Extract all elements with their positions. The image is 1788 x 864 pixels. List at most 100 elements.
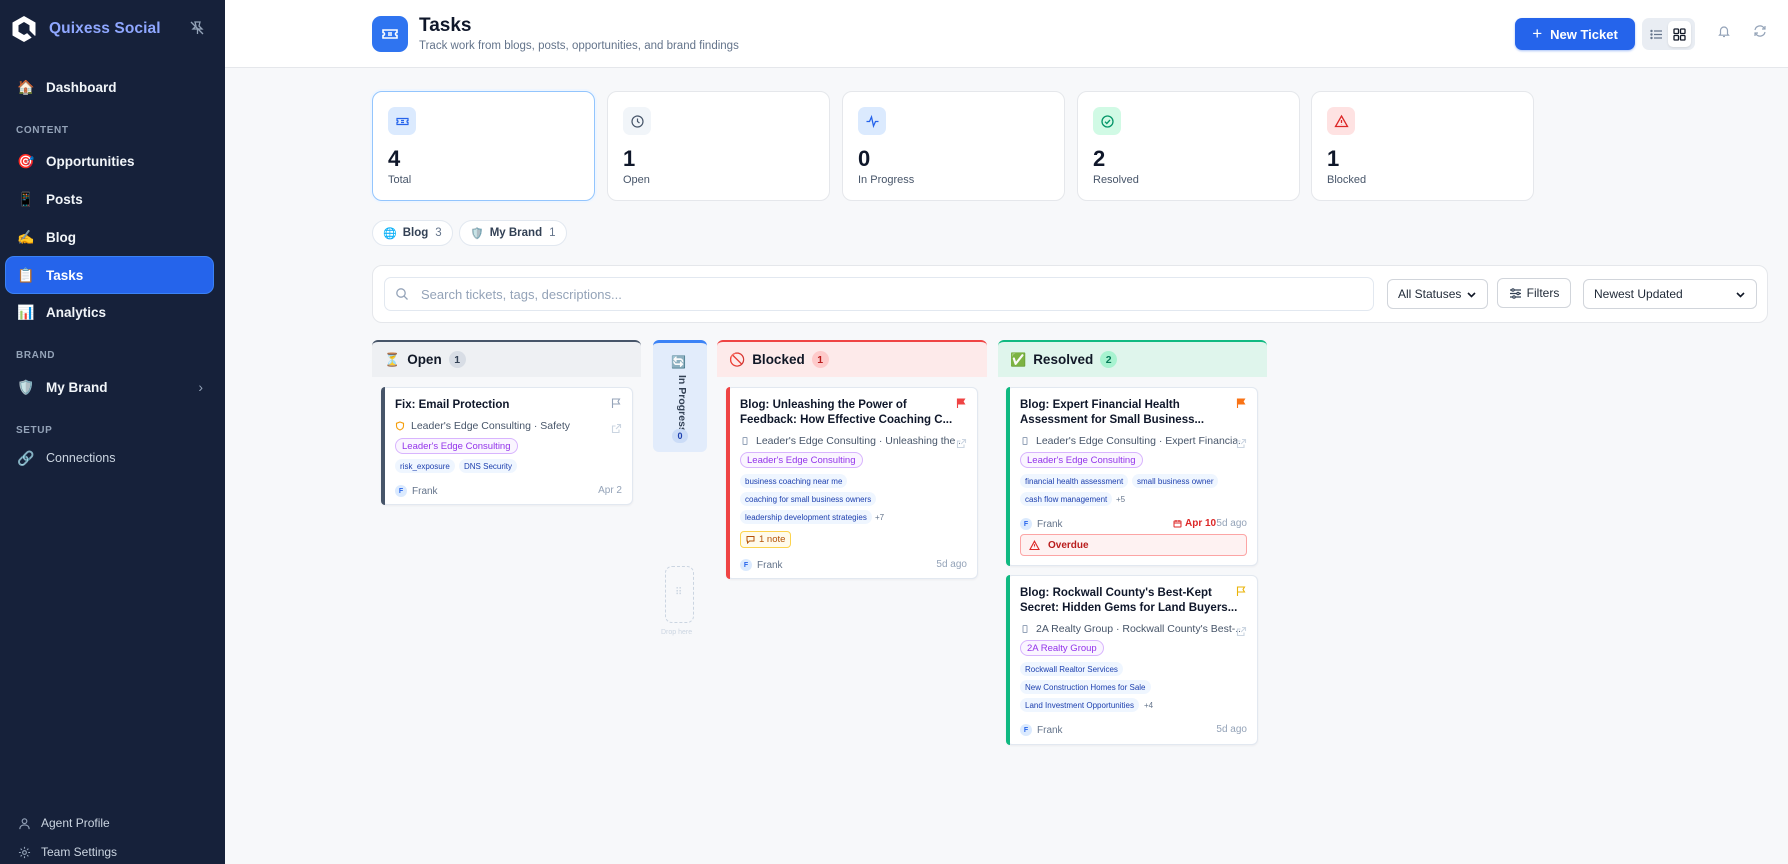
house-icon: 🏠 xyxy=(17,78,35,95)
external-link-icon[interactable] xyxy=(956,436,967,449)
ticket-card-rockwall[interactable]: Blog: Rockwall County's Best-Kept Secret… xyxy=(1006,575,1258,745)
flag-icon[interactable] xyxy=(610,396,622,408)
user-icon xyxy=(19,817,30,829)
drop-zone[interactable]: ⠿ xyxy=(665,566,694,623)
list-view-button[interactable] xyxy=(1645,21,1668,47)
column-header: ✅ Resolved 2 xyxy=(998,340,1267,377)
sidebar-item-label: My Brand xyxy=(46,379,108,395)
sidebar-item-my-brand[interactable]: 🛡️ My Brand › xyxy=(6,369,213,405)
org-tag: Leader's Edge Consulting xyxy=(740,452,863,468)
keyword-tag: New Construction Homes for Sale xyxy=(1020,680,1151,694)
filter-bar: All Statuses Filters Newest Updated xyxy=(372,265,1768,323)
new-ticket-button[interactable]: + New Ticket xyxy=(1515,18,1635,50)
document-icon xyxy=(1020,436,1030,446)
board-view-button[interactable] xyxy=(1668,21,1691,47)
column-in-progress[interactable]: 🔄 In Progress 0 xyxy=(653,340,707,452)
card-date: Apr 2 xyxy=(598,485,622,496)
notes-badge[interactable]: 1 note xyxy=(740,531,792,548)
due-date: Apr 10 xyxy=(1173,518,1216,529)
external-link-icon[interactable] xyxy=(1236,436,1247,449)
stat-open[interactable]: 1 Open xyxy=(607,91,830,201)
stat-total[interactable]: 4 Total xyxy=(372,91,595,201)
search-input[interactable] xyxy=(421,286,1321,302)
chip-count: 3 xyxy=(435,227,442,239)
external-link-icon[interactable] xyxy=(611,421,622,434)
sidebar-item-agent-profile[interactable]: Agent Profile xyxy=(18,816,110,830)
gear-icon xyxy=(18,846,31,858)
stat-value: 1 xyxy=(623,146,636,171)
flag-icon[interactable] xyxy=(1235,396,1247,408)
globe-icon: 🌐 xyxy=(383,227,397,240)
shield-icon xyxy=(395,421,405,431)
assignee: F Frank xyxy=(1020,518,1063,530)
sidebar-item-label: Agent Profile xyxy=(41,816,110,830)
shield-icon: 🛡️ xyxy=(470,227,484,240)
ticket-card-financial-health[interactable]: Blog: Expert Financial Health Assessment… xyxy=(1006,387,1258,566)
source-chip-my-brand[interactable]: 🛡️ My Brand 1 xyxy=(459,220,567,246)
page-title: Tasks xyxy=(419,15,472,36)
assignee-name: Frank xyxy=(1037,724,1063,736)
refresh-emoji-icon: 🔄 xyxy=(671,355,686,369)
sidebar-item-label: Dashboard xyxy=(46,79,117,95)
filters-button[interactable]: Filters xyxy=(1497,278,1571,308)
sidebar-item-analytics[interactable]: 📊 Analytics xyxy=(6,294,213,330)
more-tags[interactable]: +4 xyxy=(1144,701,1153,710)
document-icon xyxy=(1020,624,1030,634)
chevron-down-icon xyxy=(1736,291,1745,298)
keyword-tag: Rockwall Realtor Services xyxy=(1020,662,1123,676)
stat-label: Resolved xyxy=(1093,174,1139,186)
card-meta-text: Leader's Edge Consulting · Unleashing th… xyxy=(756,435,960,447)
external-link-icon[interactable] xyxy=(1236,624,1247,637)
sidebar-item-tasks[interactable]: 📋 Tasks xyxy=(6,257,213,293)
status-stripe xyxy=(1006,387,1010,566)
sidebar-item-opportunities[interactable]: 🎯 Opportunities xyxy=(6,143,213,179)
sort-select[interactable]: Newest Updated xyxy=(1583,279,1757,309)
column-count: 2 xyxy=(1100,351,1118,368)
card-title-line: Assessment for Small Business... xyxy=(1020,414,1205,426)
view-toggle xyxy=(1642,18,1695,50)
card-title-line: Blog: Expert Financial Health xyxy=(1020,399,1180,411)
ticket-card-email-protection[interactable]: Fix: Email Protection Leader's Edge Cons… xyxy=(381,387,633,505)
card-title: Blog: Expert Financial Health Assessment… xyxy=(1020,398,1204,428)
assignee: F Frank xyxy=(395,485,438,497)
column-header: ⏳ Open 1 xyxy=(372,340,641,377)
column-title: Blocked xyxy=(752,352,805,367)
check-circle-icon xyxy=(1093,107,1121,135)
flag-icon[interactable] xyxy=(955,396,967,408)
refresh-icon[interactable] xyxy=(1753,24,1769,40)
status-stripe xyxy=(726,387,730,579)
overdue-label: Overdue xyxy=(1048,539,1089,551)
status-select-value: All Statuses xyxy=(1398,287,1462,301)
sidebar-item-blog[interactable]: ✍️ Blog xyxy=(6,219,213,255)
card-title: Fix: Email Protection xyxy=(395,399,510,411)
ticket-card-feedback[interactable]: Blog: Unleashing the Power of Feedback: … xyxy=(726,387,978,579)
stat-in-progress[interactable]: 0 In Progress xyxy=(842,91,1065,201)
card-meta-text: 2A Realty Group · Rockwall County's Best… xyxy=(1036,623,1240,635)
sidebar-item-posts[interactable]: 📱 Posts xyxy=(6,181,213,217)
sidebar-item-label: Posts xyxy=(46,191,83,207)
stat-blocked[interactable]: 1 Blocked xyxy=(1311,91,1534,201)
assignee-name: Frank xyxy=(757,559,783,571)
card-title-line: Blog: Rockwall County's Best-Kept xyxy=(1020,587,1212,599)
sidebar-item-dashboard[interactable]: 🏠 Dashboard xyxy=(6,69,213,105)
source-chip-blog[interactable]: 🌐 Blog 3 xyxy=(372,220,453,246)
stat-label: In Progress xyxy=(858,174,915,186)
more-tags[interactable]: +7 xyxy=(875,513,884,522)
clipboard-icon: 📋 xyxy=(17,266,35,283)
plus-icon: + xyxy=(1532,24,1543,43)
hourglass-icon: ⏳ xyxy=(384,351,401,367)
sidebar-item-connections[interactable]: 🔗 Connections xyxy=(6,440,213,476)
card-title: Blog: Rockwall County's Best-Kept Secret… xyxy=(1020,586,1237,616)
status-select[interactable]: All Statuses xyxy=(1387,279,1488,309)
brand[interactable]: Quixess Social xyxy=(10,14,215,44)
card-date: 5d ago xyxy=(936,559,967,570)
sidebar-item-team-settings[interactable]: Team Settings xyxy=(18,845,117,859)
status-stripe xyxy=(1006,575,1010,745)
more-tags[interactable]: +5 xyxy=(1116,495,1125,504)
stat-resolved[interactable]: 2 Resolved xyxy=(1077,91,1300,201)
unpin-sidebar-icon[interactable] xyxy=(189,20,207,38)
stat-label: Blocked xyxy=(1327,174,1367,186)
bell-icon[interactable] xyxy=(1717,24,1733,40)
column-header: 🚫 Blocked 1 xyxy=(717,340,987,377)
flag-icon[interactable] xyxy=(1235,584,1247,596)
